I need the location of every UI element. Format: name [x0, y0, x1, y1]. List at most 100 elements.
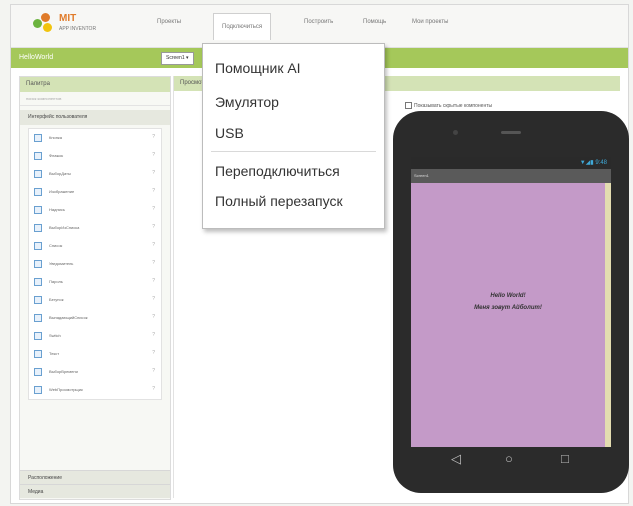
camera-icon	[453, 130, 458, 135]
help-icon[interactable]: ?	[152, 350, 155, 356]
component-icon	[34, 242, 42, 250]
help-icon[interactable]: ?	[152, 260, 155, 266]
component-icon	[34, 170, 42, 178]
palette-item[interactable]: Switch?	[29, 327, 161, 345]
mit-logo[interactable]: MIT APP INVENTOR	[33, 11, 123, 39]
greeting-label-2[interactable]: Меня зовут Айболит!	[411, 305, 605, 311]
logo-subtext: APP INVENTOR	[59, 26, 97, 32]
panel-divider	[173, 76, 174, 498]
palette-item[interactable]: Изображение?	[29, 183, 161, 201]
help-icon[interactable]: ?	[152, 278, 155, 284]
menu-connect[interactable]: Подключиться	[213, 13, 272, 40]
palette-item[interactable]: Флажок?	[29, 147, 161, 165]
menu-item-hard-reset[interactable]: Полный перезапуск	[215, 193, 343, 209]
palette-item-label: Список	[49, 243, 63, 248]
component-icon	[34, 278, 42, 286]
help-icon[interactable]: ?	[152, 224, 155, 230]
palette-category-ui[interactable]: Интерфейс пользователя	[20, 110, 170, 125]
palette-item-label: Надпись	[49, 207, 65, 212]
phone-status-bar: ▼◢▮ 9:48	[411, 157, 611, 169]
help-icon[interactable]: ?	[152, 296, 155, 302]
menu-item-emulator[interactable]: Эмулятор	[215, 94, 279, 110]
show-hidden-checkbox[interactable]: Показывать скрытые компоненты	[405, 102, 492, 109]
component-icon	[34, 134, 42, 142]
phone-title-bar: Screen1	[411, 169, 611, 183]
help-icon[interactable]: ?	[152, 314, 155, 320]
palette-item-label: Уведомитель	[49, 261, 74, 266]
palette-item-label: Кнопка	[49, 135, 62, 140]
menu-projects[interactable]: Проекты	[157, 19, 181, 25]
palette-item-label: ВыборДаты	[49, 171, 71, 176]
palette-item[interactable]: ВыборИзСписка?	[29, 219, 161, 237]
menu-item-reconnect[interactable]: Переподключиться	[215, 163, 340, 179]
palette-item-label: Изображение	[49, 189, 75, 194]
menu-my-projects[interactable]: Мои проекты	[412, 19, 448, 25]
palette-item[interactable]: WebПросмотрщик?	[29, 381, 161, 399]
show-hidden-label: Показывать скрытые компоненты	[414, 102, 493, 109]
palette-item-label: WebПросмотрщик	[49, 387, 83, 392]
component-icon	[34, 152, 42, 160]
palette-item[interactable]: ВыпадающийСписок?	[29, 309, 161, 327]
screen-scroll-strip	[605, 183, 611, 447]
component-icon	[34, 314, 42, 322]
menu-separator	[211, 151, 376, 152]
component-icon	[34, 332, 42, 340]
help-icon[interactable]: ?	[152, 368, 155, 374]
help-icon[interactable]: ?	[152, 386, 155, 392]
component-icon	[34, 260, 42, 268]
logo-text: MIT	[59, 13, 77, 24]
top-bar: MIT APP INVENTOR Проекты Подключиться По…	[11, 5, 628, 48]
phone-screen[interactable]: ▼◢▮ 9:48 Screen1 Hello World! Меня зовут…	[411, 157, 611, 447]
help-icon[interactable]: ?	[152, 152, 155, 158]
palette-item-label: Switch	[49, 333, 61, 338]
palette-item[interactable]: Текст?	[29, 345, 161, 363]
phone-nav-bar: ◁ ○ □	[411, 448, 611, 474]
phone-preview: ▼◢▮ 9:48 Screen1 Hello World! Меня зовут…	[393, 111, 629, 493]
palette-item-label: Флажок	[49, 153, 64, 158]
palette-title: Палитра	[20, 77, 170, 92]
component-icon	[34, 224, 42, 232]
status-icons: ▼◢▮ 9:48	[579, 160, 607, 166]
component-icon	[34, 350, 42, 358]
menu-item-usb[interactable]: USB	[215, 125, 244, 141]
screen-title: Screen1	[414, 173, 429, 178]
palette-item-label: Пароль	[49, 279, 63, 284]
back-icon: ◁	[451, 451, 461, 466]
component-icon	[34, 206, 42, 214]
palette-item[interactable]: Надпись?	[29, 201, 161, 219]
help-icon[interactable]: ?	[152, 134, 155, 140]
palette-item-label: ВыборВремени	[49, 369, 78, 374]
palette-item[interactable]: ВыборДаты?	[29, 165, 161, 183]
palette-item[interactable]: ВыборВремени?	[29, 363, 161, 381]
project-title: HelloWorld	[19, 54, 54, 61]
palette-search-input[interactable]: поиск компонентов	[20, 92, 170, 106]
help-icon[interactable]: ?	[152, 170, 155, 176]
greeting-label-1[interactable]: Hello World!	[411, 293, 605, 299]
palette-item-label: ВыпадающийСписок	[49, 315, 88, 320]
palette-item[interactable]: Уведомитель?	[29, 255, 161, 273]
connect-dropdown: Помощник AI Эмулятор USB Переподключитьс…	[202, 43, 385, 229]
screen-selector[interactable]: Screen1 ▾	[161, 52, 194, 65]
help-icon[interactable]: ?	[152, 206, 155, 212]
component-icon	[34, 296, 42, 304]
palette-item[interactable]: Пароль?	[29, 273, 161, 291]
palette-item[interactable]: Кнопка?	[29, 129, 161, 147]
menu-item-ai-companion[interactable]: Помощник AI	[215, 60, 301, 76]
help-icon[interactable]: ?	[152, 332, 155, 338]
palette-item-label: ВыборИзСписка	[49, 225, 80, 230]
menu-build[interactable]: Построить	[304, 19, 333, 25]
palette-item[interactable]: Список?	[29, 237, 161, 255]
app-window: MIT APP INVENTOR Проекты Подключиться По…	[10, 4, 629, 504]
component-icon	[34, 386, 42, 394]
help-icon[interactable]: ?	[152, 188, 155, 194]
palette-item[interactable]: Бегунок?	[29, 291, 161, 309]
palette-panel: Палитра поиск компонентов Интерфейс поль…	[19, 76, 171, 500]
palette-category-media[interactable]: Медиа	[20, 484, 170, 498]
palette-category-layout[interactable]: Расположение	[20, 470, 170, 484]
checkbox-icon[interactable]	[405, 102, 412, 109]
recents-icon: □	[561, 451, 569, 466]
palette-item-label: Текст	[49, 351, 60, 356]
menu-help[interactable]: Помощь	[363, 19, 386, 25]
help-icon[interactable]: ?	[152, 242, 155, 248]
speaker-grille	[501, 131, 521, 134]
